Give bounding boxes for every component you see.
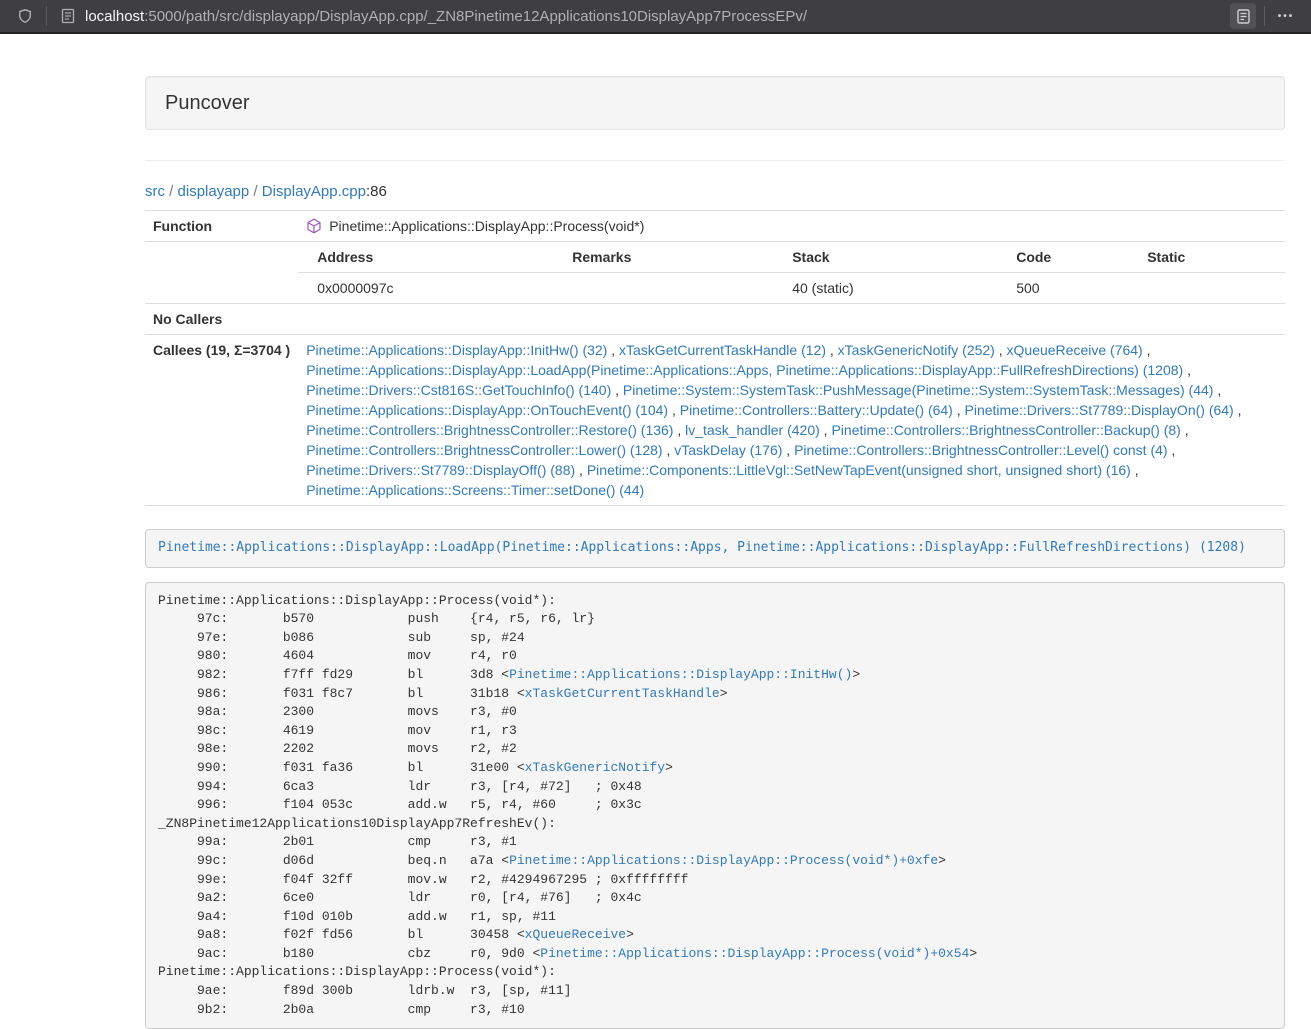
function-label: Function bbox=[145, 211, 298, 242]
callee-separator: , bbox=[1183, 362, 1191, 378]
callee-link[interactable]: Pinetime::Controllers::BrightnessControl… bbox=[831, 422, 1180, 438]
url-path: :5000/path/src/displayapp/DisplayApp.cpp… bbox=[144, 8, 807, 25]
callee-separator: , bbox=[668, 402, 680, 418]
callee-link[interactable]: Pinetime::System::SystemTask::PushMessag… bbox=[623, 382, 1214, 398]
callee-separator: , bbox=[1181, 422, 1189, 438]
callee-link[interactable]: xQueueReceive (764) bbox=[1007, 342, 1143, 358]
asm-symbol-link[interactable]: xQueueReceive bbox=[525, 927, 626, 942]
callee-link[interactable]: Pinetime::Controllers::BrightnessControl… bbox=[306, 422, 673, 438]
breadcrumb: src / displayapp / DisplayApp.cpp:86 bbox=[145, 181, 1285, 202]
menu-ellipsis-icon[interactable]: ••• bbox=[1273, 3, 1299, 29]
callee-link[interactable]: Pinetime::Controllers::BrightnessControl… bbox=[306, 442, 662, 458]
callee-separator: , bbox=[607, 342, 619, 358]
page-title: Puncover bbox=[165, 91, 1265, 115]
address-value: 0x0000097c bbox=[298, 273, 553, 304]
callee-link[interactable]: xTaskGetCurrentTaskHandle (12) bbox=[619, 342, 826, 358]
callee-separator: , bbox=[1213, 382, 1221, 398]
browser-toolbar: localhost:5000/path/src/displayapp/Displ… bbox=[0, 0, 1311, 34]
function-row: Function Pinetime::Applications::Display… bbox=[145, 211, 1285, 242]
app-header-panel: Puncover bbox=[145, 76, 1285, 130]
disassembly-box: Pinetime::Applications::DisplayApp::Proc… bbox=[145, 582, 1285, 1029]
metrics-values-row: 0x0000097c 40 (static) 500 bbox=[298, 273, 1285, 304]
callee-separator: , bbox=[782, 442, 794, 458]
metrics-row: Address Remarks Stack Code Static 0x0000… bbox=[145, 242, 1285, 304]
stack-value: 40 (static) bbox=[773, 273, 997, 304]
callee-separator: , bbox=[995, 342, 1007, 358]
no-callers-row: No Callers bbox=[145, 304, 1285, 335]
callees-row: Callees (19, Σ=3704 ) Pinetime::Applicat… bbox=[145, 335, 1285, 506]
asm-symbol-link[interactable]: Pinetime::Applications::DisplayApp::Proc… bbox=[540, 946, 969, 961]
callee-separator: , bbox=[1168, 442, 1176, 458]
callee-link[interactable]: Pinetime::Applications::DisplayApp::OnTo… bbox=[306, 402, 668, 418]
callee-separator: , bbox=[1143, 342, 1151, 358]
callee-separator: , bbox=[575, 462, 587, 478]
col-header-static: Static bbox=[1128, 242, 1285, 273]
col-header-remarks: Remarks bbox=[553, 242, 773, 273]
col-header-code: Code bbox=[997, 242, 1128, 273]
col-header-stack: Stack bbox=[773, 242, 997, 273]
callee-highlight-link[interactable]: Pinetime::Applications::DisplayApp::Load… bbox=[158, 540, 1246, 555]
callee-separator: , bbox=[826, 342, 838, 358]
breadcrumb-separator: / bbox=[165, 183, 178, 200]
remarks-value bbox=[553, 273, 773, 304]
package-cube-icon bbox=[306, 218, 322, 234]
no-callers-label: No Callers bbox=[145, 304, 298, 335]
asm-symbol-link[interactable]: xTaskGetCurrentTaskHandle bbox=[525, 686, 720, 701]
toolbar-divider bbox=[46, 6, 47, 26]
callee-separator: , bbox=[953, 402, 965, 418]
code-value: 500 bbox=[997, 273, 1128, 304]
callees-list: Pinetime::Applications::DisplayApp::Init… bbox=[298, 335, 1285, 506]
callee-link[interactable]: Pinetime::Applications::DisplayApp::Init… bbox=[306, 342, 607, 358]
url-bar[interactable]: localhost:5000/path/src/displayapp/Displ… bbox=[81, 2, 1230, 30]
callee-separator: , bbox=[611, 382, 623, 398]
function-name: Pinetime::Applications::DisplayApp::Proc… bbox=[329, 216, 644, 236]
url-host: localhost bbox=[85, 8, 144, 25]
callee-highlight-box: Pinetime::Applications::DisplayApp::Load… bbox=[145, 529, 1285, 568]
callee-link[interactable]: Pinetime::Applications::Screens::Timer::… bbox=[306, 482, 644, 498]
col-header-address: Address bbox=[298, 242, 553, 273]
asm-symbol-link[interactable]: xTaskGenericNotify bbox=[525, 760, 665, 775]
callee-separator: , bbox=[820, 422, 832, 438]
divider bbox=[145, 160, 1285, 161]
callee-link[interactable]: lv_task_handler (420) bbox=[685, 422, 820, 438]
callee-separator: , bbox=[1234, 402, 1242, 418]
page-container: Puncover src / displayapp / DisplayApp.c… bbox=[145, 76, 1285, 1029]
callee-separator: , bbox=[663, 442, 675, 458]
callee-link[interactable]: vTaskDelay (176) bbox=[674, 442, 782, 458]
reader-mode-icon[interactable] bbox=[1230, 3, 1256, 29]
breadcrumb-link[interactable]: displayapp bbox=[178, 183, 250, 200]
callee-separator: , bbox=[1131, 462, 1139, 478]
shield-icon[interactable] bbox=[12, 3, 38, 29]
asm-symbol-link[interactable]: Pinetime::Applications::DisplayApp::Init… bbox=[509, 667, 852, 682]
callee-link[interactable]: Pinetime::Drivers::St7789::DisplayOn() (… bbox=[965, 402, 1234, 418]
callee-link[interactable]: Pinetime::Drivers::St7789::DisplayOff() … bbox=[306, 462, 575, 478]
breadcrumb-separator: / bbox=[249, 183, 262, 200]
callees-label: Callees (19, Σ=3704 ) bbox=[145, 335, 298, 506]
static-value bbox=[1128, 273, 1285, 304]
breadcrumb-line-number: :86 bbox=[366, 183, 387, 200]
callee-link[interactable]: Pinetime::Components::LittleVgl::SetNewT… bbox=[587, 462, 1131, 478]
breadcrumb-link[interactable]: src bbox=[145, 183, 165, 200]
callee-separator: , bbox=[673, 422, 685, 438]
assembly-code: Pinetime::Applications::DisplayApp::Proc… bbox=[158, 593, 977, 1017]
callee-link[interactable]: Pinetime::Controllers::Battery::Update()… bbox=[680, 402, 953, 418]
callee-link[interactable]: xTaskGenericNotify (252) bbox=[838, 342, 995, 358]
function-table: Function Pinetime::Applications::Display… bbox=[145, 210, 1285, 506]
metrics-table: Address Remarks Stack Code Static 0x0000… bbox=[298, 242, 1285, 303]
callee-link[interactable]: Pinetime::Applications::DisplayApp::Load… bbox=[306, 362, 1183, 378]
page-icon bbox=[55, 3, 81, 29]
callee-link[interactable]: Pinetime::Controllers::BrightnessControl… bbox=[794, 442, 1167, 458]
callee-link[interactable]: Pinetime::Drivers::Cst816S::GetTouchInfo… bbox=[306, 382, 611, 398]
toolbar-divider bbox=[1264, 6, 1265, 26]
breadcrumb-link[interactable]: DisplayApp.cpp bbox=[262, 183, 366, 200]
asm-symbol-link[interactable]: Pinetime::Applications::DisplayApp::Proc… bbox=[509, 853, 938, 868]
